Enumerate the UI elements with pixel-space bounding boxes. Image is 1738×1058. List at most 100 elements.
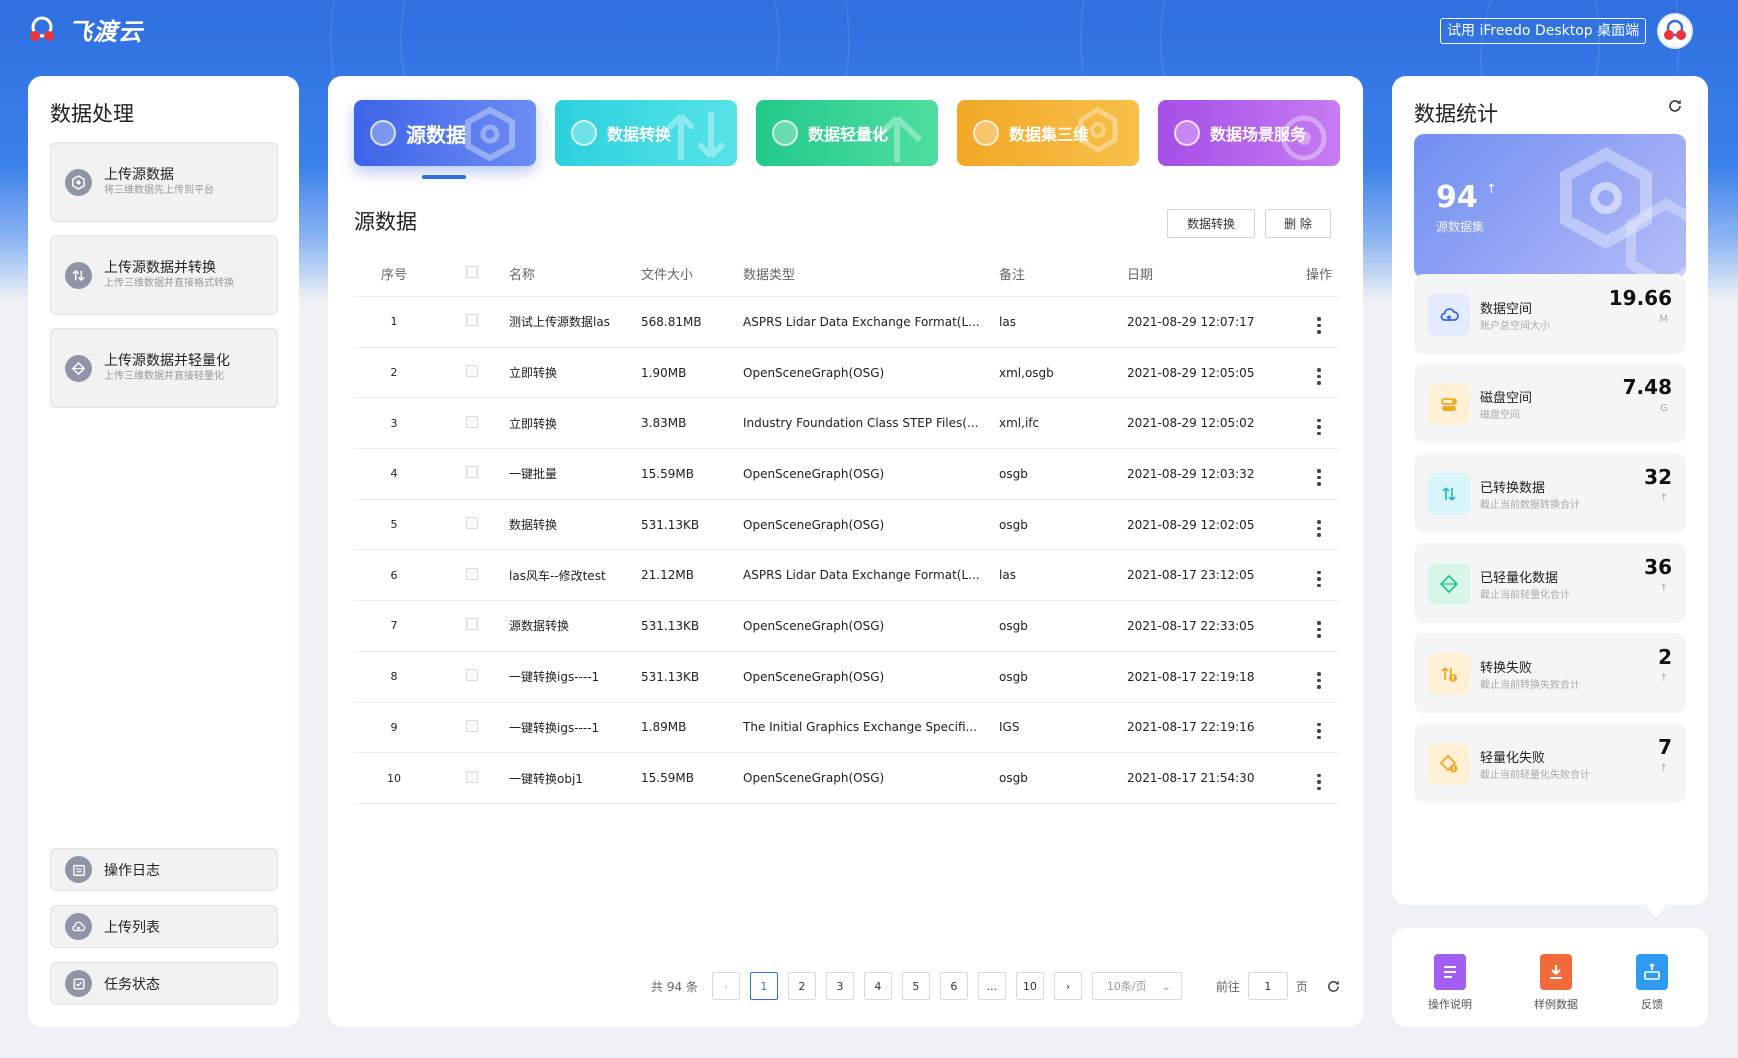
more-actions-icon[interactable] (1317, 722, 1321, 740)
refresh-icon[interactable] (1667, 98, 1683, 114)
table-row[interactable]: 3 立即转换 3.83MB Industry Foundation Class STE… (354, 398, 1339, 450)
row-actions[interactable] (1299, 665, 1339, 689)
more-actions-icon[interactable] (1317, 368, 1321, 385)
refresh-icon[interactable] (1326, 979, 1341, 994)
row-actions[interactable] (1299, 310, 1339, 334)
upload-list-link[interactable]: 上传列表 (50, 905, 278, 948)
stat-card[interactable]: 已轻量化数据 截止当前轻量化合计 36 ↑ (1414, 543, 1686, 623)
row-type: ASPRS Lidar Data Exchange Format(L... (743, 314, 980, 329)
stat-card[interactable]: 数据空间 账户总空间大小 19.66 M (1414, 274, 1686, 354)
more-actions-icon[interactable] (1317, 469, 1321, 486)
page-button[interactable]: 3 (825, 972, 854, 1000)
page-button[interactable]: 10 (1015, 972, 1044, 1000)
page-ellipsis[interactable]: ... (977, 972, 1006, 1000)
stat-card[interactable]: 已转换数据 截止当前数据转换合计 32 ↑ (1414, 453, 1686, 533)
source-data-table: 序号 名称 文件大小 数据类型 备注 日期 操作 1 测试上传源数据las 568.… (354, 251, 1339, 804)
tab-dataset-3d[interactable]: 数据集三维 (957, 100, 1139, 166)
task-status-link[interactable]: 任务状态 (50, 962, 278, 1005)
table-row[interactable]: 4 一键批量 15.59MB OpenSceneGraph(OSG) osgb 2021-… (354, 449, 1339, 500)
row-actions[interactable] (1299, 462, 1339, 486)
tab-data-convert[interactable]: 数据转换 (555, 100, 737, 166)
row-actions[interactable] (1299, 411, 1339, 436)
operation-log-link[interactable]: 操作日志 (50, 848, 278, 891)
stat-card[interactable]: 磁盘空间 磁盘空间 7.48 G (1414, 363, 1686, 443)
sample-data-button[interactable]: 样例数据 (1526, 954, 1586, 1012)
row-checkbox-cell[interactable] (434, 567, 509, 583)
page-button[interactable]: 1 (749, 972, 778, 1000)
more-actions-icon[interactable] (1317, 520, 1321, 537)
row-checkbox[interactable] (465, 618, 478, 631)
more-actions-icon[interactable] (1317, 621, 1321, 638)
table-row[interactable]: 10 一键转换obj1 15.59MB OpenSceneGraph(OSG) osgb… (354, 753, 1339, 804)
page-button[interactable]: 5 (901, 972, 930, 1000)
row-checkbox[interactable] (465, 314, 478, 327)
row-checkbox-cell[interactable] (434, 314, 509, 329)
row-actions[interactable] (1299, 614, 1339, 638)
table-row[interactable]: 5 数据转换 531.13KB OpenSceneGraph(OSG) osgb 2021… (354, 500, 1339, 551)
page-size-select[interactable]: 10条/页 ⌄ (1091, 972, 1182, 1000)
row-type: OpenSceneGraph(OSG) (743, 618, 885, 633)
goto-page-input[interactable]: 1 (1247, 972, 1288, 1000)
row-index: 10 (387, 771, 401, 785)
delete-button[interactable]: 删 除 (1265, 209, 1331, 238)
convert-button[interactable]: 数据转换 (1167, 209, 1255, 238)
row-checkbox[interactable] (465, 719, 478, 732)
row-actions[interactable] (1299, 361, 1339, 385)
row-checkbox[interactable] (465, 567, 478, 580)
tab-source-data[interactable]: 源数据 (354, 100, 536, 166)
row-checkbox-cell[interactable] (434, 669, 509, 684)
row-checkbox[interactable] (465, 669, 478, 682)
tab-lightweight[interactable]: 数据轻量化 (756, 100, 938, 166)
table-row[interactable]: 2 立即转换 1.90MB OpenSceneGraph(OSG) xml,osgb 20… (354, 348, 1339, 399)
logo[interactable]: 飞渡云 (26, 12, 143, 47)
more-actions-icon[interactable] (1317, 773, 1321, 791)
upload-source-card[interactable]: 上传源数据 将三维数据先上传到平台 (50, 142, 278, 222)
prev-page-button[interactable]: ‹ (711, 972, 740, 1000)
row-index: 1 (390, 315, 398, 329)
col-select-all[interactable] (434, 265, 509, 282)
page-button[interactable]: 2 (787, 972, 816, 1000)
more-actions-icon[interactable] (1317, 570, 1321, 588)
row-checkbox-cell[interactable] (434, 365, 509, 380)
table-row[interactable]: 6 las风车--修改test 21.12MB ASPRS Lidar Data Ex… (354, 550, 1339, 602)
more-actions-icon[interactable] (1317, 418, 1321, 436)
row-actions[interactable] (1299, 766, 1339, 791)
row-checkbox-cell[interactable] (434, 415, 509, 431)
page-button[interactable]: 6 (939, 972, 968, 1000)
row-checkbox[interactable] (465, 517, 478, 530)
try-desktop-button[interactable]: 试用 iFreedo Desktop 桌面端 (1440, 18, 1647, 44)
row-checkbox[interactable] (465, 770, 478, 783)
row-checkbox-cell[interactable] (434, 719, 509, 735)
link-label: 上传列表 (104, 919, 160, 936)
row-actions[interactable] (1299, 563, 1339, 588)
table-row[interactable]: 7 源数据转换 531.13KB OpenSceneGraph(OSG) osgb 202… (354, 601, 1339, 652)
row-checkbox[interactable] (465, 466, 478, 479)
stat-card[interactable]: 轻量化失败 截止当前轻量化失败合计 7 ↑ (1414, 723, 1686, 803)
upload-convert-card[interactable]: 上传源数据并转换 上传三维数据并直接格式转换 (50, 235, 278, 315)
manual-button[interactable]: 操作说明 (1420, 954, 1480, 1012)
table-row[interactable]: 9 一键转换igs----1 1.89MB The Initial Graphics … (354, 703, 1339, 754)
more-actions-icon[interactable] (1317, 672, 1321, 689)
table-row[interactable]: 8 一键转换igs----1 531.13KB OpenSceneGraph(OSG)… (354, 652, 1339, 703)
table-row[interactable]: 1 测试上传源数据las 568.81MB ASPRS Lidar Data Exch… (354, 297, 1339, 348)
next-page-button[interactable]: › (1053, 972, 1082, 1000)
feedback-button[interactable]: 反馈 (1622, 954, 1682, 1012)
row-checkbox-cell[interactable] (434, 517, 509, 532)
stat-card[interactable]: 转换失败 截止当前转换失败合计 2 ↑ (1414, 633, 1686, 713)
row-checkbox-cell[interactable] (434, 466, 509, 481)
tab-label: 数据转换 (607, 125, 672, 144)
page-button[interactable]: 4 (863, 972, 892, 1000)
row-checkbox[interactable] (465, 365, 478, 378)
row-checkbox[interactable] (465, 415, 478, 428)
more-actions-icon[interactable] (1317, 317, 1321, 334)
upload-lightweight-card[interactable]: 上传源数据并轻量化 上传三维数据并直接轻量化 (50, 328, 278, 408)
row-checkbox-cell[interactable] (434, 618, 509, 633)
row-actions[interactable] (1299, 513, 1339, 537)
row-checkbox-cell[interactable] (434, 770, 509, 786)
select-all-checkbox[interactable] (465, 265, 478, 278)
source-dataset-hero[interactable]: 94 ↑ 源数据集 (1414, 134, 1686, 278)
user-avatar[interactable] (1657, 13, 1693, 49)
row-actions[interactable] (1299, 715, 1339, 740)
row-index: 3 (390, 416, 398, 430)
tab-scene-service[interactable]: 数据场景服务 (1158, 100, 1340, 166)
